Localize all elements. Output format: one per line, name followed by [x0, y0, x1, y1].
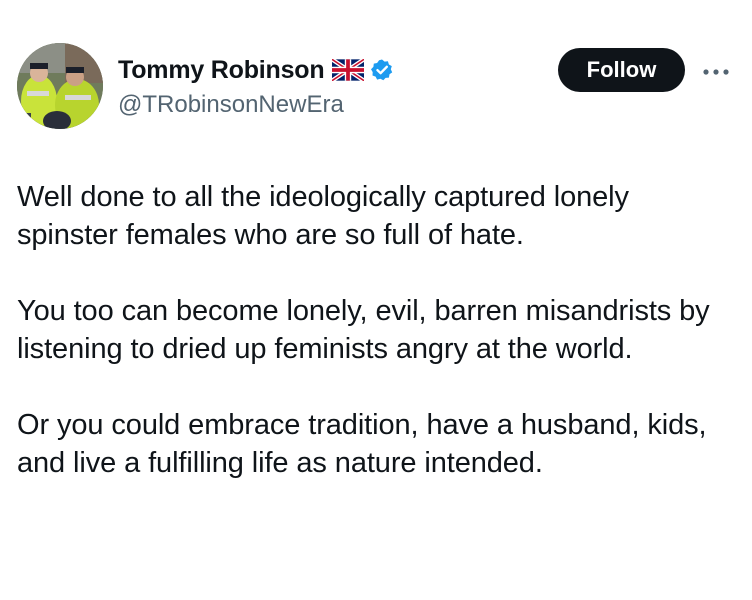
follow-button[interactable]: Follow — [558, 48, 685, 92]
tweet-text: Well done to all the ideologically captu… — [17, 178, 737, 482]
display-name[interactable]: Tommy Robinson — [118, 56, 325, 85]
tweet-card: Tommy Robinson @TRobinsonNewEra Follow W… — [0, 0, 752, 600]
tweet-paragraph: You too can become lonely, evil, barren … — [17, 295, 710, 365]
author-handle[interactable]: @TRobinsonNewEra — [118, 91, 344, 119]
uk-flag-icon — [331, 57, 366, 83]
avatar-image — [17, 43, 103, 129]
more-options-icon[interactable] — [702, 64, 730, 75]
verified-badge-icon — [370, 58, 394, 82]
tweet-paragraph: Well done to all the ideologically captu… — [17, 181, 629, 251]
tweet-paragraph: Or you could embrace tradition, have a h… — [17, 409, 707, 479]
author-name-row: Tommy Robinson — [118, 54, 394, 86]
avatar[interactable] — [17, 43, 103, 129]
